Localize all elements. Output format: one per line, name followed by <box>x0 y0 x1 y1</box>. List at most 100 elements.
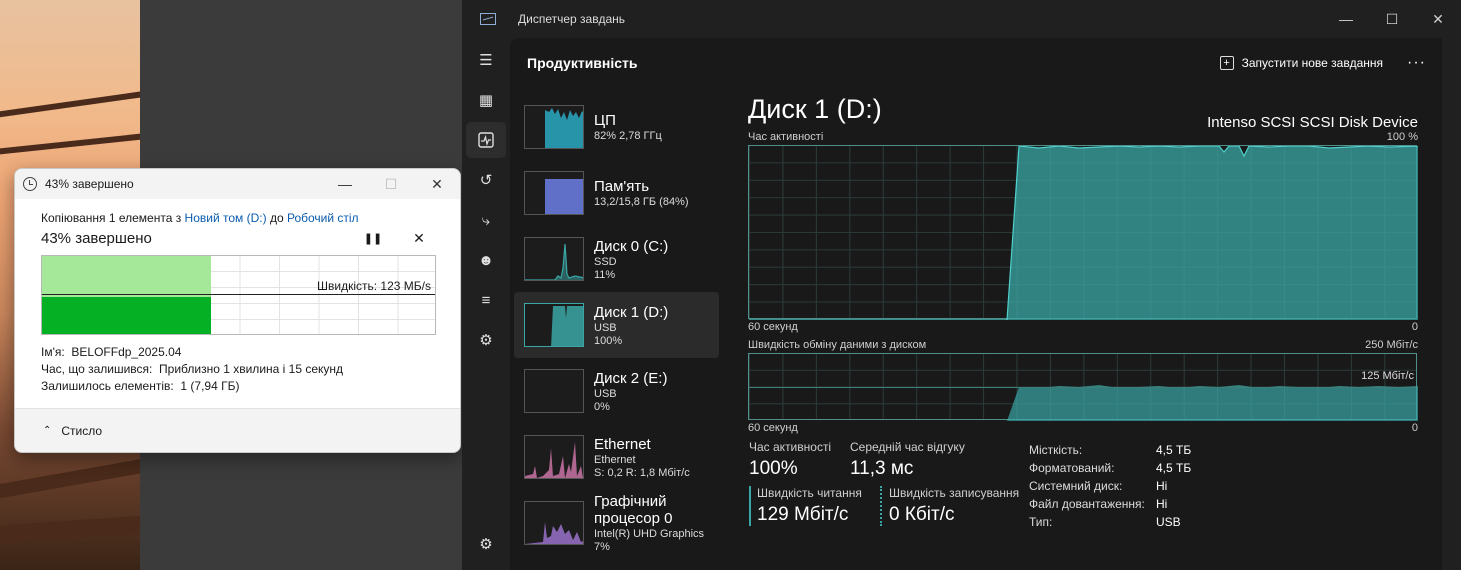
file-name-label: Ім'я: <box>41 345 65 359</box>
menu-icon[interactable]: ☰ <box>466 42 506 78</box>
disk-detail-panel: Диск 1 (D:) Intenso SCSI SCSI Disk Devic… <box>748 94 1418 540</box>
items-remaining-row: Залишилось елементів: 1 (7,94 ГБ) <box>41 379 434 393</box>
resource-disk-1[interactable]: Диск 1 (D:) USB 100% <box>514 292 719 358</box>
active-time-axis: 60 секунд 0 <box>748 321 1418 333</box>
resource-detail: USB <box>594 321 617 334</box>
file-name-value: BELOFFdp_2025.04 <box>71 345 182 359</box>
resource-usage: 7% <box>594 541 610 553</box>
resource-detail: 13,2/15,8 ГБ (84%) <box>594 196 689 208</box>
minimize-button[interactable]: — <box>322 169 368 199</box>
transfer-rate-chart-label: Швидкість обміну даними з диском <box>748 339 927 351</box>
write-speed-stat: Швидкість записування 0 Кбіт/с <box>889 486 1019 526</box>
formatted-label: Форматований: <box>1029 461 1115 475</box>
resource-cpu[interactable]: ЦП 82% 2,78 ГГц <box>514 94 719 160</box>
performance-icon[interactable] <box>466 122 506 158</box>
processes-icon[interactable]: ▦ <box>466 82 506 118</box>
settings-icon[interactable]: ⚙ <box>466 526 506 562</box>
resource-detail: 82% 2,78 ГГц <box>594 130 662 142</box>
file-copy-dialog: 43% завершено — ☐ ✕ Копіювання 1 елемент… <box>14 168 461 453</box>
maximize-button[interactable]: ☐ <box>1369 11 1415 28</box>
performance-page: Продуктивність + Запустити нове завдання… <box>510 38 1442 570</box>
minimize-button[interactable]: — <box>1323 11 1369 27</box>
disk-stats: Час активності 100% Середній час відгуку… <box>748 440 1418 540</box>
close-button[interactable]: ✕ <box>1415 11 1461 28</box>
navigation-rail: ☰ ▦ ↺ ⤷ ☻ ≡ ⚙ ⚙ <box>462 38 510 570</box>
speed-fill <box>42 297 211 334</box>
disk-1-thumbnail-graph <box>524 303 584 347</box>
capacity-value: 4,5 ТБ <box>1156 443 1192 457</box>
resource-memory[interactable]: Пам'ять 13,2/15,8 ГБ (84%) <box>514 160 719 226</box>
cancel-button[interactable]: ✕ <box>404 230 434 247</box>
ethernet-thumbnail-graph <box>524 435 584 479</box>
resource-gpu[interactable]: Графічний процесор 0 Intel(R) UHD Graphi… <box>514 490 719 556</box>
copy-dialog-titlebar[interactable]: 43% завершено — ☐ ✕ <box>15 169 460 199</box>
resource-detail: SSD <box>594 255 617 268</box>
resource-name: Диск 0 (C:) <box>594 237 669 255</box>
items-remaining-value: 1 (7,94 ГБ) <box>180 379 240 393</box>
write-speed-value: 0 Кбіт/с <box>889 504 955 525</box>
task-manager-titlebar[interactable]: Диспетчер завдань — ☐ ✕ <box>462 0 1461 38</box>
formatted-value: 4,5 ТБ <box>1156 461 1192 475</box>
history-icon[interactable]: ↺ <box>466 162 506 198</box>
disk-2-thumbnail-graph <box>524 369 584 413</box>
resource-usage: 100% <box>594 334 623 347</box>
services-icon[interactable]: ⚙ <box>466 322 506 358</box>
resource-name: ЦП <box>594 112 616 129</box>
type-value: USB <box>1156 515 1181 529</box>
response-time-stat-label: Середній час відгуку <box>850 440 965 454</box>
transfer-rate-chart-header: Швидкість обміну даними з диском 250 Мбі… <box>748 339 1418 351</box>
transfer-rate-x-left: 60 секунд <box>748 422 798 434</box>
active-time-max-label: 100 % <box>1386 131 1418 143</box>
more-options-button[interactable]: ··· <box>1407 54 1426 72</box>
close-button[interactable]: ✕ <box>414 169 460 199</box>
active-time-stat-value: 100% <box>749 458 798 479</box>
transfer-rate-midline <box>749 387 1416 388</box>
page-file-label: Файл довантаження: <box>1029 497 1145 511</box>
read-speed-stat: Швидкість читання 129 Мбіт/с <box>757 486 862 526</box>
source-link[interactable]: Новий том (D:) <box>185 211 267 225</box>
resource-disk-2[interactable]: Диск 2 (E:) USB 0% <box>514 358 719 424</box>
capacity-label: Місткість: <box>1029 443 1083 457</box>
type-label: Тип: <box>1029 515 1053 529</box>
page-title: Продуктивність <box>527 55 638 71</box>
response-time-stat: Середній час відгуку 11,3 мс <box>850 440 965 480</box>
page-header: Продуктивність + Запустити нове завдання… <box>510 38 1442 88</box>
resource-name: Диск 2 (E:) <box>594 369 668 387</box>
maximize-button[interactable]: ☐ <box>368 169 414 199</box>
copy-description-text: Копіювання 1 елемента з <box>41 211 185 225</box>
startup-icon[interactable]: ⤷ <box>466 202 506 238</box>
less-details-label: Стисло <box>61 423 103 438</box>
details-icon[interactable]: ≡ <box>466 282 506 318</box>
items-remaining-label: Залишилось елементів: <box>41 379 174 393</box>
pause-button[interactable]: ❚❚ <box>358 232 388 245</box>
copy-dialog-title: 43% завершено <box>45 177 134 191</box>
destination-link[interactable]: Робочий стіл <box>287 211 359 225</box>
speed-line <box>42 294 435 295</box>
active-time-stat: Час активності 100% <box>749 440 831 480</box>
resource-disk-0[interactable]: Диск 0 (C:) SSD 11% <box>514 226 719 292</box>
run-new-task-label: Запустити нове завдання <box>1241 56 1384 70</box>
run-new-task-button[interactable]: + Запустити нове завдання <box>1219 56 1384 70</box>
active-time-chart <box>748 145 1418 320</box>
copy-description: Копіювання 1 елемента з Новий том (D:) д… <box>41 211 434 225</box>
active-time-chart-header: Час активності 100 % <box>748 131 1418 143</box>
resource-ethernet[interactable]: Ethernet Ethernet S: 0,2 R: 1,8 Мбіт/с <box>514 424 719 490</box>
window-right-edge <box>1442 38 1461 570</box>
resource-usage: 0% <box>594 400 610 413</box>
progress-text: 43% завершено <box>41 230 152 247</box>
gpu-thumbnail-graph <box>524 501 584 545</box>
write-speed-label: Швидкість записування <box>889 486 1020 500</box>
users-icon[interactable]: ☻ <box>466 242 506 278</box>
active-time-x-left: 60 секунд <box>748 321 798 333</box>
time-remaining-label: Час, що залишився: <box>41 362 153 376</box>
active-time-stat-label: Час активності <box>749 440 832 454</box>
resource-detail: Intel(R) UHD Graphics <box>594 528 705 540</box>
resource-name: Графічний процесор 0 <box>594 493 673 527</box>
active-time-x-right: 0 <box>1411 321 1418 333</box>
resource-list: ЦП 82% 2,78 ГГц Пам'ять 13,2/15,8 ГБ (84… <box>514 94 719 556</box>
system-disk-label: Системний диск: <box>1029 479 1123 493</box>
response-time-stat-value: 11,3 мс <box>850 458 914 479</box>
speed-label: Швидкість: 123 МБ/s <box>317 279 431 293</box>
less-details-button[interactable]: ⌃ Стисло <box>15 408 460 452</box>
file-name-row: Ім'я: BELOFFdp_2025.04 <box>41 345 434 359</box>
